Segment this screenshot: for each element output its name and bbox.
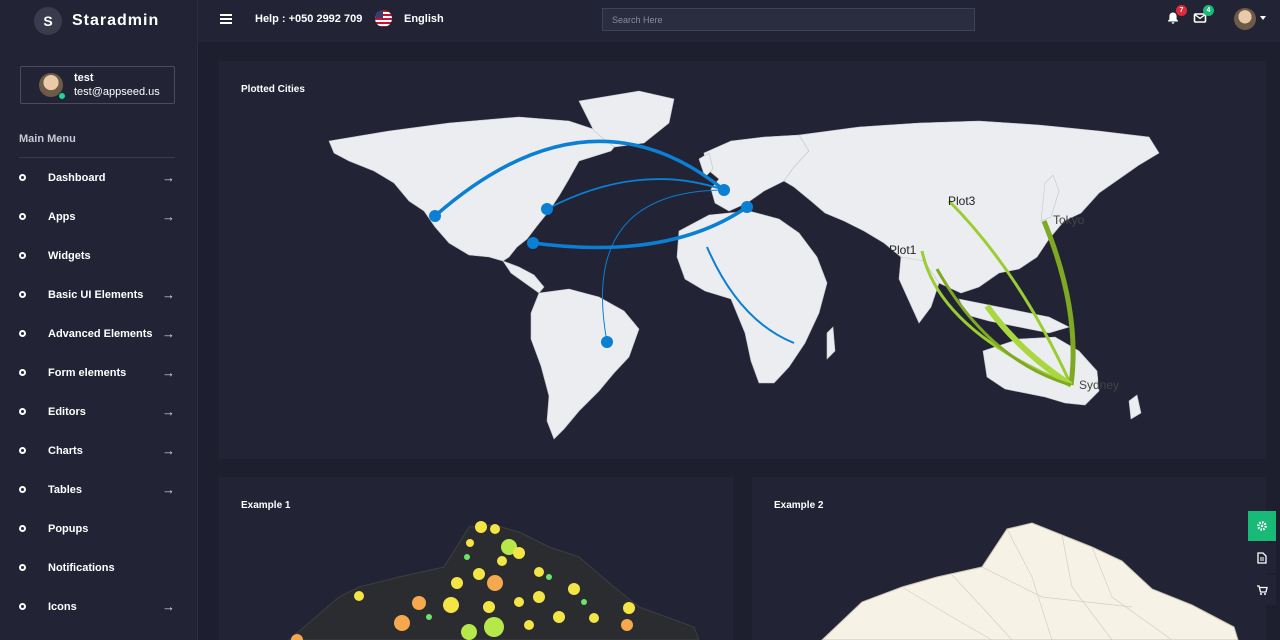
map-label-sydney: Sydney [1079, 378, 1119, 392]
user-profile-card[interactable]: test test@appseed.us [20, 66, 175, 104]
chevron-down-icon[interactable] [1260, 16, 1266, 20]
menu-title: Main Menu [19, 133, 76, 145]
circle-icon [19, 603, 26, 610]
circle-icon [19, 213, 26, 220]
circle-icon [19, 330, 26, 337]
sidebar-item-basic-ui[interactable]: Basic UI Elements → [0, 275, 198, 314]
arrow-right-icon: → [162, 170, 175, 185]
sidebar-item-label: Basic UI Elements [48, 288, 144, 301]
messages-badge: 4 [1203, 5, 1214, 16]
brand-name: Staradmin [72, 12, 160, 29]
circle-icon [19, 525, 26, 532]
online-status-dot [58, 92, 66, 100]
france-region-map[interactable] [752, 477, 1266, 640]
sidebar-item-label: Apps [48, 210, 76, 223]
sidebar-item-popups[interactable]: Popups [0, 509, 198, 548]
topbar: Help : +050 2992 709 English 7 4 [198, 0, 1280, 42]
sidebar-item-label: Form elements [48, 366, 127, 379]
arrow-right-icon: → [162, 599, 175, 614]
notifications-button[interactable]: 7 [1166, 5, 1187, 25]
notifications-badge: 7 [1176, 5, 1187, 16]
sidebar-item-label: Advanced Elements [48, 327, 153, 340]
profile-name: test [74, 72, 94, 84]
circle-icon [19, 447, 26, 454]
circle-icon [19, 564, 26, 571]
example2-card: Example 2 [752, 477, 1266, 640]
arrow-right-icon: → [162, 326, 175, 341]
circle-icon [19, 174, 26, 181]
sidebar-item-label: Widgets [48, 249, 91, 262]
brand-logo[interactable]: S Staradmin [0, 0, 198, 42]
plotted-cities-card: Plotted Cities Plot3 Plot1 Tokyo Sydney [219, 61, 1266, 459]
settings-button[interactable] [1248, 511, 1276, 541]
sidebar-item-charts[interactable]: Charts → [0, 431, 198, 470]
sidebar: S Staradmin test test@appseed.us Main Me… [0, 0, 198, 640]
arrow-right-icon: → [162, 209, 175, 224]
circle-icon [19, 252, 26, 259]
sidebar-item-dashboard[interactable]: Dashboard → [0, 158, 198, 197]
cart-icon [1257, 585, 1268, 595]
sidebar-item-widgets[interactable]: Widgets [0, 236, 198, 275]
sidebar-item-label: Editors [48, 405, 86, 418]
sidebar-item-advanced[interactable]: Advanced Elements → [0, 314, 198, 353]
sidebar-item-label: Notifications [48, 561, 115, 574]
map-label-plot3: Plot3 [948, 194, 976, 208]
language-selector[interactable]: English [404, 13, 444, 25]
circle-icon [19, 408, 26, 415]
documentation-button[interactable] [1248, 543, 1276, 573]
map-label-plot1: Plot1 [889, 243, 917, 257]
sidebar-item-label: Icons [48, 600, 77, 613]
circle-icon [19, 291, 26, 298]
avatar [39, 73, 66, 100]
sidebar-item-label: Tables [48, 483, 83, 496]
arrow-right-icon: → [162, 365, 175, 380]
arrow-right-icon: → [162, 404, 175, 419]
sidebar-item-icons[interactable]: Icons → [0, 587, 198, 626]
us-flag-icon[interactable] [375, 10, 392, 27]
sidebar-item-label: Popups [48, 522, 89, 535]
sidebar-item-label: Charts [48, 444, 83, 457]
user-avatar-menu[interactable] [1234, 8, 1256, 30]
hamburger-menu-icon[interactable] [220, 14, 232, 24]
arrow-right-icon: → [162, 287, 175, 302]
world-landmass [328, 90, 1160, 440]
world-map[interactable]: Plot3 Plot1 Tokyo Sydney [219, 61, 1266, 459]
sidebar-item-tables[interactable]: Tables → [0, 470, 198, 509]
arrow-right-icon: → [162, 443, 175, 458]
main-menu: Dashboard → Apps → Widgets Basic UI Elemen… [0, 158, 198, 626]
document-icon [1257, 552, 1267, 564]
messages-button[interactable]: 4 [1193, 5, 1214, 25]
example1-card: Example 1 [219, 477, 733, 640]
circle-icon [19, 486, 26, 493]
profile-email: test@appseed.us [74, 86, 160, 98]
sidebar-item-forms[interactable]: Form elements → [0, 353, 198, 392]
circle-icon [19, 369, 26, 376]
sidebar-item-editors[interactable]: Editors → [0, 392, 198, 431]
map-label-tokyo: Tokyo [1053, 213, 1085, 227]
sidebar-item-apps[interactable]: Apps → [0, 197, 198, 236]
arrow-right-icon: → [162, 482, 175, 497]
help-phone: Help : +050 2992 709 [255, 13, 363, 25]
france-region [821, 522, 1239, 640]
cart-button[interactable] [1248, 575, 1276, 605]
search-input[interactable] [602, 8, 975, 31]
sidebar-item-label: Dashboard [48, 171, 106, 184]
france-bubble-map[interactable] [219, 477, 733, 640]
brand-badge: S [34, 7, 62, 35]
sidebar-item-notifications[interactable]: Notifications [0, 548, 198, 587]
gear-icon [1257, 521, 1267, 531]
